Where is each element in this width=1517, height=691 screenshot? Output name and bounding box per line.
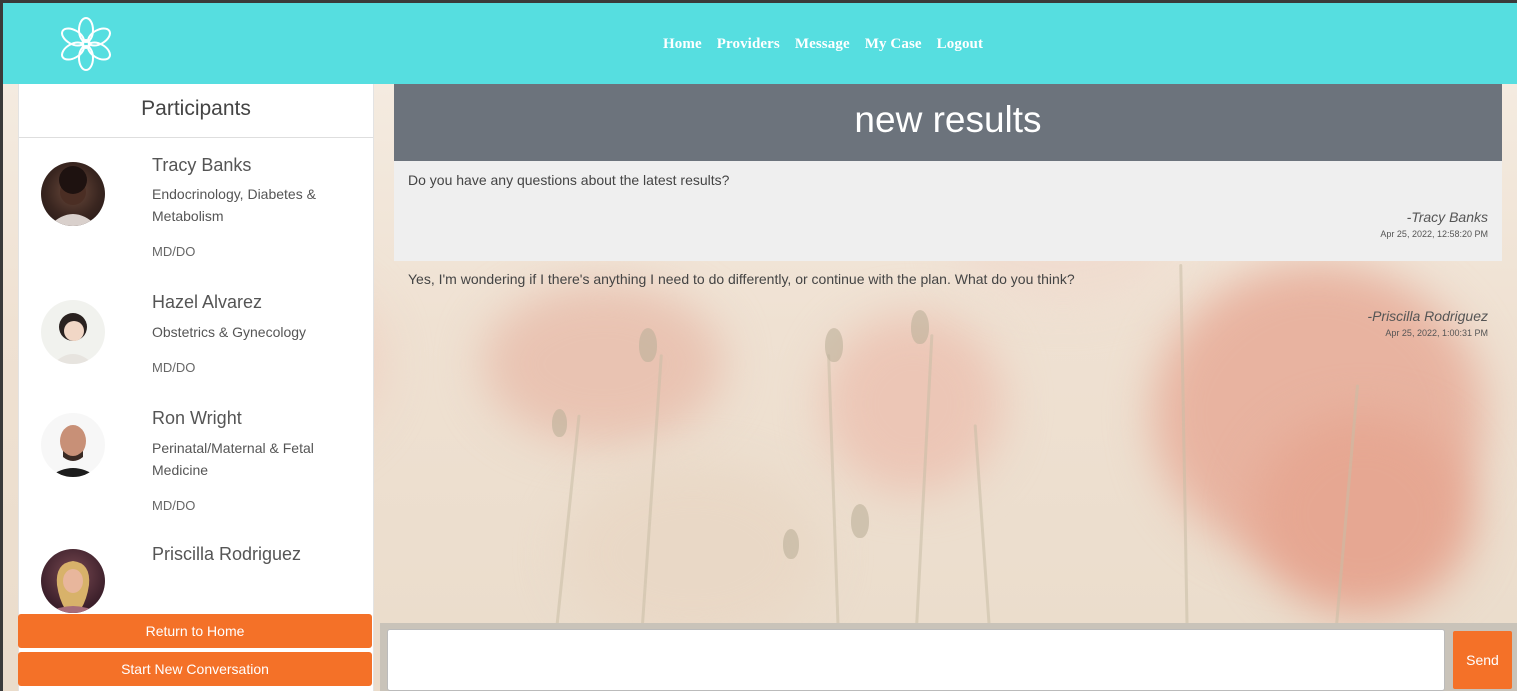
participant-specialty: Obstetrics & Gynecology xyxy=(152,324,307,340)
conversation-title: new results xyxy=(394,84,1502,161)
nav-providers[interactable]: Providers xyxy=(717,36,780,53)
participant-hazel-alvarez[interactable]: Hazel Alvarez Obstetrics & Gynecology MD… xyxy=(19,274,373,390)
participant-credential: MD/DO xyxy=(152,498,196,513)
flower-logo-icon[interactable] xyxy=(61,17,111,71)
message-timestamp: Apr 25, 2022, 12:58:20 PM xyxy=(1380,229,1488,239)
nav-logout[interactable]: Logout xyxy=(937,36,983,53)
participant-ron-wright[interactable]: Ron Wright Perinatal/Maternal & Fetal Me… xyxy=(19,390,373,526)
message-timestamp: Apr 25, 2022, 1:00:31 PM xyxy=(1385,328,1488,338)
avatar xyxy=(41,300,105,364)
message-author: -Priscilla Rodriguez xyxy=(1367,308,1488,324)
start-new-conversation-button[interactable]: Start New Conversation xyxy=(18,652,372,686)
main-nav: Home Providers Message My Case Logout xyxy=(663,36,998,53)
avatar xyxy=(41,413,105,477)
top-header: Home Providers Message My Case Logout xyxy=(3,3,1517,84)
participant-credential: MD/DO xyxy=(152,244,196,259)
avatar xyxy=(41,549,105,613)
app-window: Home Providers Message My Case Logout Pa… xyxy=(3,3,1517,691)
nav-my-case[interactable]: My Case xyxy=(865,36,922,53)
participant-tracy-banks[interactable]: Tracy Banks Endocrinology, Diabetes & Me… xyxy=(19,138,373,274)
participants-panel: Participants Tracy Banks Endocrinology, … xyxy=(18,84,374,691)
message-item: Do you have any questions about the late… xyxy=(394,161,1502,261)
nav-home[interactable]: Home xyxy=(663,36,702,53)
participant-name: Hazel Alvarez xyxy=(152,292,263,312)
participant-specialty: Perinatal/Maternal & Fetal Medicine xyxy=(152,440,314,478)
participant-name: Priscilla Rodriguez xyxy=(152,544,302,564)
message-text: Do you have any questions about the late… xyxy=(408,172,730,188)
nav-message[interactable]: Message xyxy=(795,36,850,53)
message-input[interactable] xyxy=(387,629,1445,691)
participant-name: Tracy Banks xyxy=(152,155,252,175)
message-item: Yes, I'm wondering if I there's anything… xyxy=(394,261,1502,349)
message-text: Yes, I'm wondering if I there's anything… xyxy=(408,271,1075,287)
avatar xyxy=(41,162,105,226)
send-button[interactable]: Send xyxy=(1453,631,1512,689)
participants-title: Participants xyxy=(19,84,373,138)
participant-specialty: Endocrinology, Diabetes & Metabolism xyxy=(152,186,316,224)
message-author: -Tracy Banks xyxy=(1406,209,1488,225)
participant-name: Ron Wright xyxy=(152,408,242,428)
participant-credential: MD/DO xyxy=(152,360,196,375)
return-to-home-button[interactable]: Return to Home xyxy=(18,614,372,648)
